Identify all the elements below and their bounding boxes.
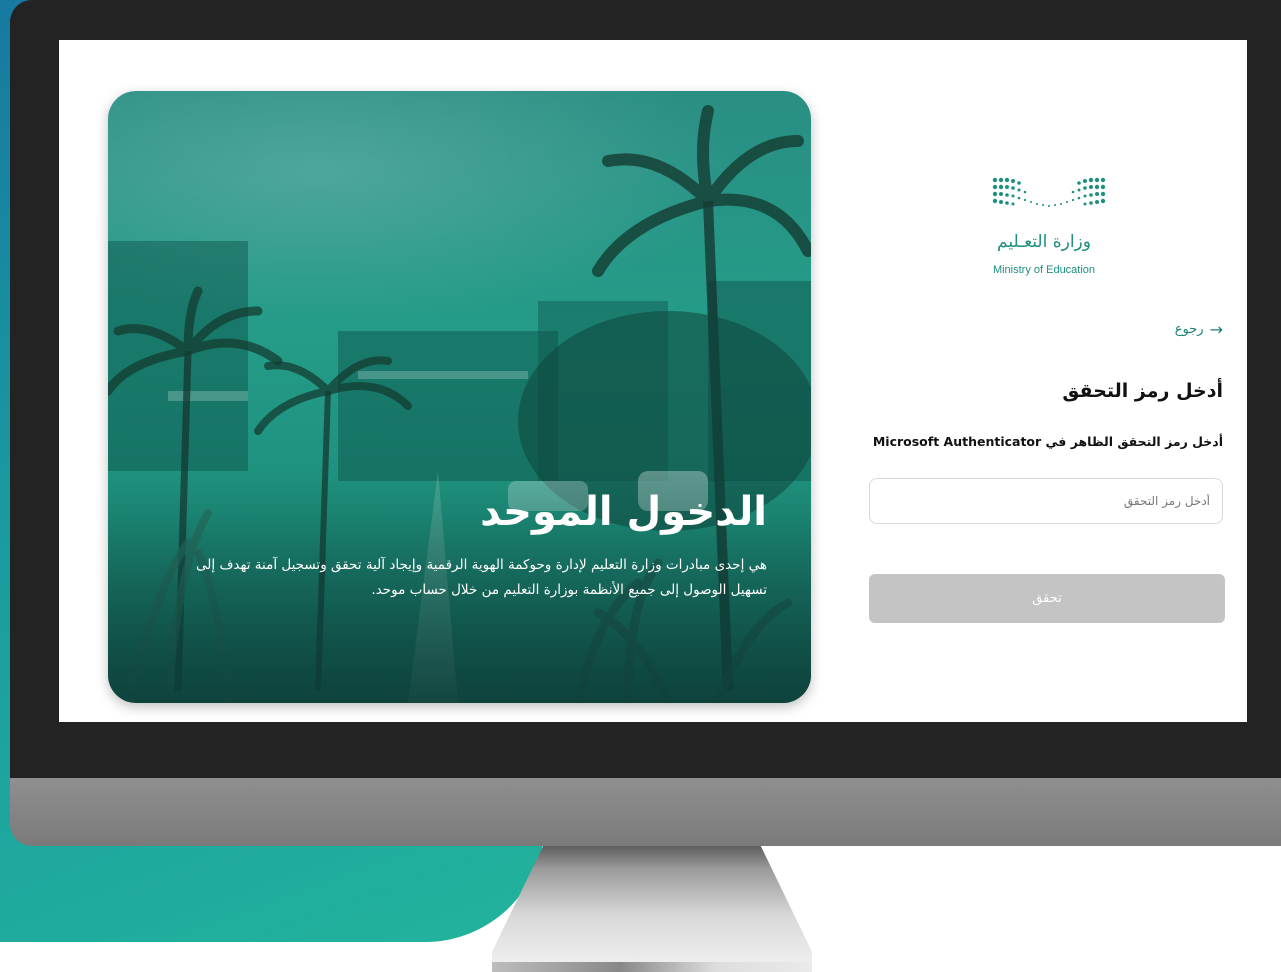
back-link[interactable]: → رجوع [1175,320,1223,339]
browser-screen: الدخول الموحد هي إحدى مبادرات وزارة التع… [59,40,1247,722]
hero-title: الدخول الموحد [480,489,767,535]
ministry-name-english: Ministry of Education [992,264,1096,276]
hero-panel: الدخول الموحد هي إحدى مبادرات وزارة التع… [108,91,811,703]
monitor-stand [492,846,812,972]
ministry-name-arabic: وزارة التعـليم [997,232,1091,252]
verify-button[interactable]: تحقق [869,574,1225,623]
form-title: أدخل رمز التحقق [1062,380,1223,402]
monitor-chin [10,778,1281,846]
back-label: رجوع [1174,322,1204,337]
ministry-logo-icon [992,177,1106,207]
form-subtitle: أدخل رمز التحقق الظاهر في Microsoft Auth… [872,434,1223,449]
hero-description: هي إحدى مبادرات وزارة التعليم لإدارة وحو… [196,557,767,598]
verification-code-input[interactable] [869,478,1223,524]
arrow-right-icon: → [1209,320,1223,339]
monitor-stand-base [492,962,812,972]
